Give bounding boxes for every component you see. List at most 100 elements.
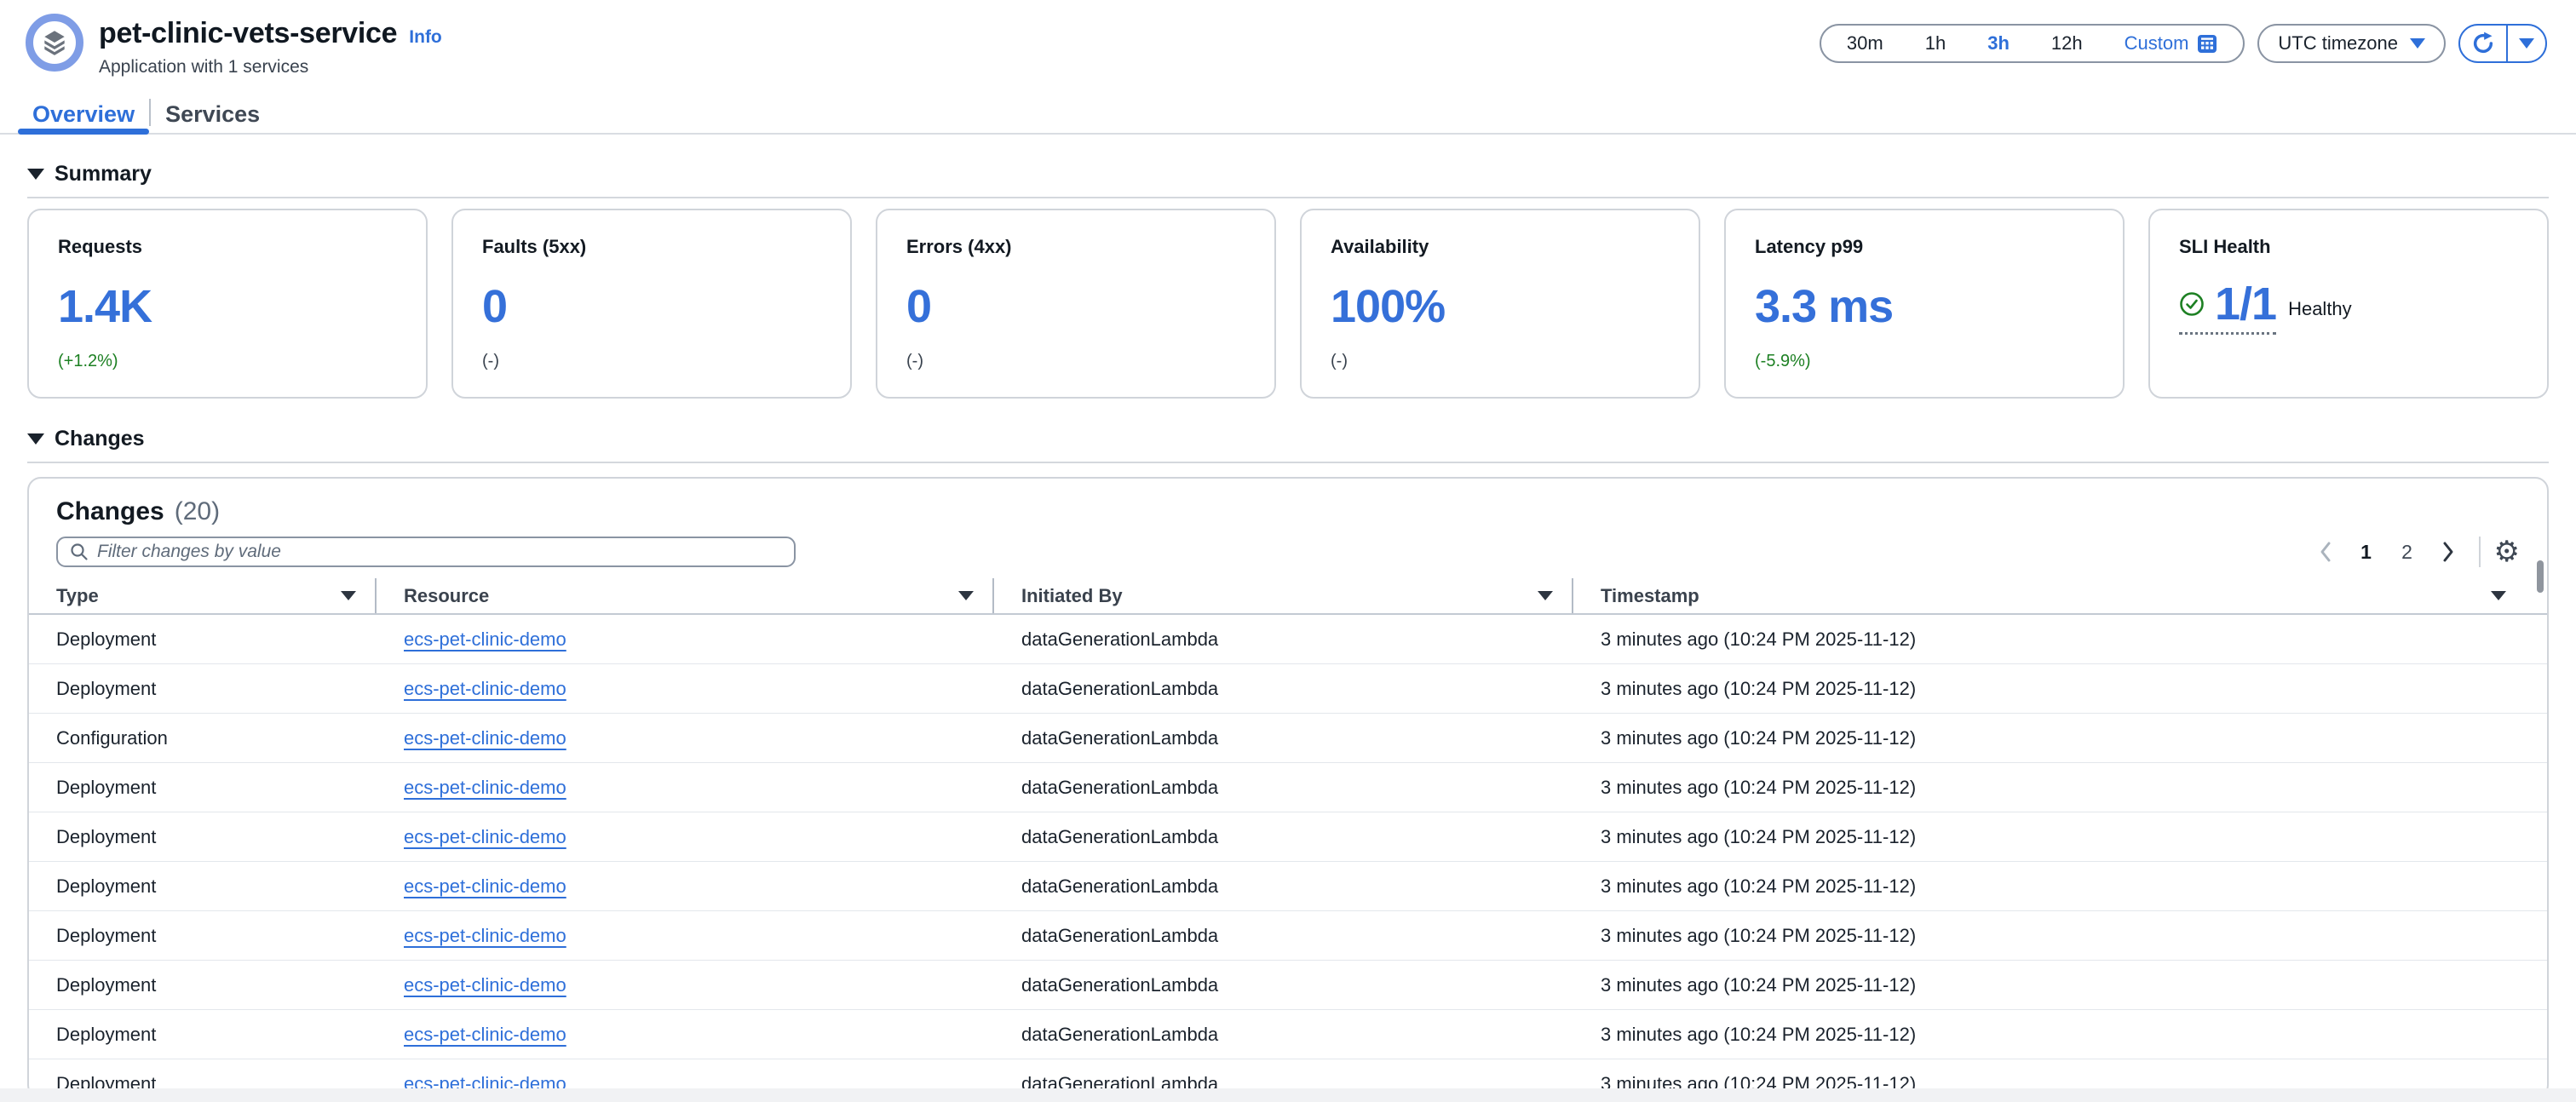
resource-link[interactable]: ecs-pet-clinic-demo <box>404 826 566 848</box>
info-link[interactable]: Info <box>409 27 441 48</box>
column-filter-icon[interactable] <box>1538 591 1553 600</box>
sli-ratio: 1/1 <box>2215 284 2276 325</box>
changes-section-toggle[interactable]: Changes <box>27 427 2549 451</box>
cell-timestamp: 3 minutes ago (10:24 PM 2025-11-12) <box>1573 664 2547 713</box>
refresh-icon <box>2471 32 2495 55</box>
custom-range-button[interactable]: Custom <box>2125 32 2218 55</box>
time-range-30m[interactable]: 30m <box>1847 32 1883 55</box>
divider <box>2479 537 2481 567</box>
collapse-caret-icon <box>27 169 44 180</box>
metric-label: Latency p99 <box>1755 236 2094 258</box>
cell-type: Deployment <box>29 763 377 812</box>
metric-card-availability: Availability 100% (-) <box>1300 209 1700 399</box>
time-range-selector: 30m 1h 3h 12h Custom <box>1820 24 2245 63</box>
settings-gear-icon[interactable]: ⚙ <box>2494 537 2520 566</box>
metric-value: 0 <box>482 280 821 333</box>
changes-filter-input[interactable] <box>97 542 782 562</box>
column-header-resource: Resource <box>377 578 994 613</box>
app-subtitle: Application with 1 services <box>99 57 442 77</box>
metric-delta: (+1.2%) <box>58 352 397 371</box>
table-header-row: Type Resource Initiated By Timestamp <box>29 578 2547 615</box>
changes-panel: Changes (20) 1 2 <box>27 477 2549 1099</box>
pagination-next-button[interactable] <box>2431 535 2465 569</box>
chevron-right-icon <box>2441 541 2456 563</box>
pagination-page-2[interactable]: 2 <box>2390 535 2424 569</box>
resource-link[interactable]: ecs-pet-clinic-demo <box>404 678 566 700</box>
metric-label: Errors (4xx) <box>906 236 1245 258</box>
column-label: Timestamp <box>1601 585 1699 607</box>
pagination-page-1[interactable]: 1 <box>2349 535 2383 569</box>
table-row: Deployment ecs-pet-clinic-demo dataGener… <box>29 763 2547 812</box>
cell-type: Deployment <box>29 664 377 713</box>
summary-cards: Requests 1.4K (+1.2%) Faults (5xx) 0 (-)… <box>27 209 2549 374</box>
cell-timestamp: 3 minutes ago (10:24 PM 2025-11-12) <box>1573 763 2547 812</box>
table-row: Deployment ecs-pet-clinic-demo dataGener… <box>29 1010 2547 1059</box>
layers-glyph-icon <box>40 28 69 57</box>
column-label: Type <box>56 585 99 607</box>
cell-initiated-by: dataGenerationLambda <box>994 862 1573 910</box>
cell-type: Deployment <box>29 812 377 861</box>
metric-label: Availability <box>1331 236 1670 258</box>
table-row: Configuration ecs-pet-clinic-demo dataGe… <box>29 714 2547 763</box>
metric-delta: (-) <box>482 352 821 371</box>
time-range-12h[interactable]: 12h <box>2051 32 2083 55</box>
time-range-1h[interactable]: 1h <box>1925 32 1946 55</box>
tab-services-label: Services <box>165 101 260 128</box>
resource-link[interactable]: ecs-pet-clinic-demo <box>404 875 566 898</box>
cell-timestamp: 3 minutes ago (10:24 PM 2025-11-12) <box>1573 812 2547 861</box>
tab-services[interactable]: Services <box>151 95 274 133</box>
resource-link[interactable]: ecs-pet-clinic-demo <box>404 777 566 799</box>
cell-initiated-by: dataGenerationLambda <box>994 714 1573 762</box>
cell-timestamp: 3 minutes ago (10:24 PM 2025-11-12) <box>1573 961 2547 1009</box>
timezone-dropdown[interactable]: UTC timezone <box>2257 24 2446 63</box>
cell-initiated-by: dataGenerationLambda <box>994 1010 1573 1059</box>
page-title: pet-clinic-vets-service <box>99 17 397 50</box>
cell-timestamp: 3 minutes ago (10:24 PM 2025-11-12) <box>1573 714 2547 762</box>
refresh-options-button[interactable] <box>2508 26 2545 61</box>
cell-type: Configuration <box>29 714 377 762</box>
cell-timestamp: 3 minutes ago (10:24 PM 2025-11-12) <box>1573 1010 2547 1059</box>
collapse-caret-icon <box>27 433 44 445</box>
table-row: Deployment ecs-pet-clinic-demo dataGener… <box>29 862 2547 911</box>
metric-value: 1.4K <box>58 280 397 333</box>
column-filter-icon[interactable] <box>958 591 974 600</box>
resource-link[interactable]: ecs-pet-clinic-demo <box>404 925 566 947</box>
cell-initiated-by: dataGenerationLambda <box>994 664 1573 713</box>
search-icon <box>70 542 89 561</box>
metric-card-sli-health: SLI Health 1/1 Healthy <box>2148 209 2549 399</box>
cell-initiated-by: dataGenerationLambda <box>994 961 1573 1009</box>
changes-panel-title: Changes <box>56 497 164 526</box>
chevron-left-icon <box>2318 541 2333 563</box>
metric-label: SLI Health <box>2179 236 2518 258</box>
cell-type: Deployment <box>29 862 377 910</box>
cell-timestamp: 3 minutes ago (10:24 PM 2025-11-12) <box>1573 615 2547 663</box>
sli-status-label: Healthy <box>2288 298 2352 320</box>
time-range-3h[interactable]: 3h <box>1987 32 2010 55</box>
table-scrollbar-thumb[interactable] <box>2537 560 2544 593</box>
resource-link[interactable]: ecs-pet-clinic-demo <box>404 1024 566 1046</box>
resource-link[interactable]: ecs-pet-clinic-demo <box>404 727 566 749</box>
summary-section-title: Summary <box>55 162 152 187</box>
tab-overview[interactable]: Overview <box>18 95 149 133</box>
column-filter-icon[interactable] <box>2491 591 2506 600</box>
resource-link[interactable]: ecs-pet-clinic-demo <box>404 974 566 996</box>
sli-health-value[interactable]: 1/1 <box>2179 284 2276 335</box>
changes-table: Type Resource Initiated By Timestamp Dep <box>29 578 2547 1099</box>
changes-count: (20) <box>175 497 220 526</box>
cell-type: Deployment <box>29 1010 377 1059</box>
cell-type: Deployment <box>29 615 377 663</box>
chevron-down-icon <box>2519 38 2534 49</box>
metric-card-latency: Latency p99 3.3 ms (-5.9%) <box>1724 209 2125 399</box>
refresh-button[interactable] <box>2460 26 2506 61</box>
cell-type: Deployment <box>29 911 377 960</box>
metric-label: Requests <box>58 236 397 258</box>
resource-link[interactable]: ecs-pet-clinic-demo <box>404 628 566 651</box>
summary-section-toggle[interactable]: Summary <box>27 162 2549 187</box>
table-row: Deployment ecs-pet-clinic-demo dataGener… <box>29 911 2547 961</box>
column-label: Resource <box>404 585 489 607</box>
timezone-label: UTC timezone <box>2278 32 2398 55</box>
metric-card-requests: Requests 1.4K (+1.2%) <box>27 209 428 399</box>
pagination-prev-button[interactable] <box>2309 535 2343 569</box>
column-filter-icon[interactable] <box>341 591 356 600</box>
refresh-split-button <box>2458 24 2547 63</box>
